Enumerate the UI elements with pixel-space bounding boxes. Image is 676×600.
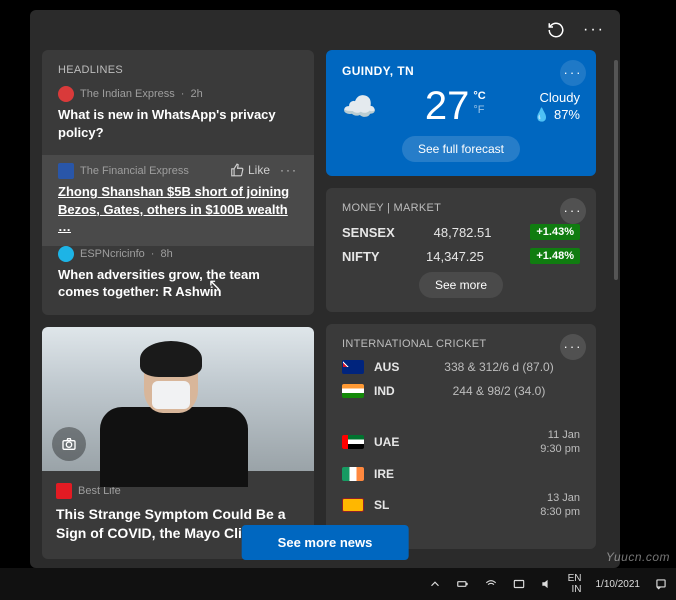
headline-title: When adversities grow, the team comes to… xyxy=(58,266,298,301)
match-row[interactable]: IRE xyxy=(342,467,580,481)
team-code: IRE xyxy=(374,467,408,481)
match-row[interactable]: UAE 11 Jan 9:30 pm xyxy=(342,428,580,457)
headline-item[interactable]: The Indian Express · 2h What is new in W… xyxy=(58,86,298,141)
wifi-icon[interactable] xyxy=(484,577,498,591)
headline-age: 8h xyxy=(160,248,172,260)
unit-f[interactable]: °F xyxy=(473,104,485,116)
index-change: +1.43% xyxy=(530,224,580,240)
weather-icon: ☁️ xyxy=(342,90,377,123)
cursor-icon: ↖ xyxy=(208,275,221,295)
camera-icon xyxy=(52,427,86,461)
forecast-button[interactable]: See full forecast xyxy=(402,136,520,162)
headline-age: 2h xyxy=(190,88,202,100)
market-see-more-button[interactable]: See more xyxy=(419,272,503,298)
match-row[interactable]: AUS 338 & 312/6 d (87.0) xyxy=(342,360,580,374)
index-change: +1.48% xyxy=(530,248,580,264)
team-code: IND xyxy=(374,384,408,398)
source-name: The Indian Express xyxy=(80,88,175,100)
match-date: 13 Jan xyxy=(547,492,580,504)
weather-humidity: 87% xyxy=(554,107,580,122)
headlines-title: HEADLINES xyxy=(58,64,298,76)
market-row[interactable]: NIFTY 14,347.25 +1.48% xyxy=(342,248,580,264)
source-icon xyxy=(58,246,74,262)
chevron-up-icon[interactable] xyxy=(428,577,442,591)
weather-condition: Cloudy xyxy=(534,90,580,105)
input-icon[interactable] xyxy=(512,577,526,591)
flag-icon xyxy=(342,384,364,398)
flag-icon xyxy=(342,498,364,512)
index-name: NIFTY xyxy=(342,249,380,264)
card-menu-button[interactable]: ··· xyxy=(560,60,586,86)
source-icon xyxy=(58,86,74,102)
see-more-news-button[interactable]: See more news xyxy=(242,525,409,560)
team-score: 244 & 98/2 (34.0) xyxy=(418,384,580,398)
drop-icon: 💧 xyxy=(534,107,550,123)
weather-location: GUINDY, TN xyxy=(342,64,580,78)
index-value: 14,347.25 xyxy=(426,249,484,264)
headline-title: Zhong Shanshan $5B short of joining Bezo… xyxy=(58,183,298,236)
market-row[interactable]: SENSEX 48,782.51 +1.43% xyxy=(342,224,580,240)
more-button[interactable]: ··· xyxy=(578,14,610,46)
team-code: UAE xyxy=(374,435,408,449)
market-title: MONEY | MARKET xyxy=(342,202,580,214)
lang-in[interactable]: IN xyxy=(572,584,582,595)
like-button[interactable]: Like xyxy=(230,163,270,177)
market-card[interactable]: ··· MONEY | MARKET SENSEX 48,782.51 +1.4… xyxy=(326,188,596,312)
cricket-title: INTERNATIONAL CRICKET xyxy=(342,338,580,350)
source-name: ESPNcricinfo xyxy=(80,248,145,260)
cricket-card[interactable]: ··· INTERNATIONAL CRICKET AUS 338 & 312/6… xyxy=(326,324,596,549)
card-menu-button[interactable]: ··· xyxy=(560,198,586,224)
weather-temp: 27 xyxy=(425,86,470,126)
match-time: 8:30 pm xyxy=(540,506,580,518)
watermark: Yuucn.com xyxy=(606,550,670,564)
battery-icon[interactable] xyxy=(456,577,470,591)
headlines-card: HEADLINES The Indian Express · 2h What i… xyxy=(42,50,314,315)
weather-card[interactable]: ··· GUINDY, TN ☁️ 27 °C °F Cloudy 💧 87% Se… xyxy=(326,50,596,176)
lang-en[interactable]: EN xyxy=(568,573,582,584)
match-row[interactable]: IND 244 & 98/2 (34.0) xyxy=(342,384,580,398)
refresh-button[interactable] xyxy=(540,14,572,46)
team-code: SL xyxy=(374,498,408,512)
headline-item[interactable]: Like ··· The Financial Express Zhong Sha… xyxy=(42,155,314,246)
match-time: 9:30 pm xyxy=(540,443,580,455)
flag-icon xyxy=(342,467,364,481)
team-code: AUS xyxy=(374,360,408,374)
unit-c[interactable]: °C xyxy=(473,90,485,102)
index-name: SENSEX xyxy=(342,225,395,240)
flag-icon xyxy=(342,435,364,449)
volume-icon[interactable] xyxy=(540,577,554,591)
photo-card[interactable]: Best Life This Strange Symptom Could Be … xyxy=(42,327,314,559)
taskbar-date[interactable]: 1/10/2021 xyxy=(596,579,641,590)
headline-item[interactable]: ESPNcricinfo · 8h When adversities grow,… xyxy=(58,246,298,301)
index-value: 48,782.51 xyxy=(434,225,492,240)
match-row[interactable]: SL 13 Jan 8:30 pm xyxy=(342,491,580,520)
team-score: 338 & 312/6 d (87.0) xyxy=(418,360,580,374)
source-icon xyxy=(56,483,72,499)
scrollbar[interactable] xyxy=(614,60,618,280)
headline-title: What is new in WhatsApp's privacy policy… xyxy=(58,106,298,141)
notification-icon[interactable] xyxy=(654,577,668,591)
like-label: Like xyxy=(248,163,270,177)
article-image xyxy=(42,327,314,471)
card-menu-button[interactable]: ··· xyxy=(560,334,586,360)
match-date: 11 Jan xyxy=(548,429,580,441)
flag-icon xyxy=(342,360,364,374)
source-icon xyxy=(58,163,74,179)
taskbar[interactable]: ENIN 1/10/2021 xyxy=(0,568,676,600)
source-name: The Financial Express xyxy=(80,165,189,177)
